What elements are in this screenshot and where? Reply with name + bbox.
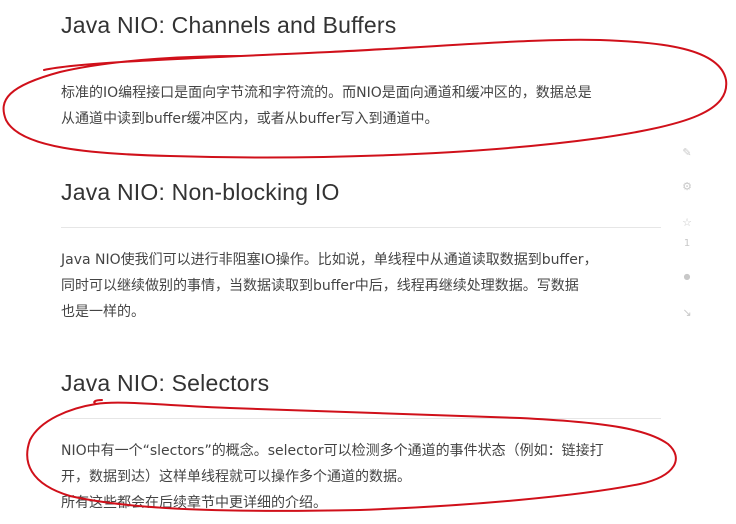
body-line: 从通道中读到buffer缓冲区内，或者从buffer写入到通道中。 <box>61 111 439 127</box>
section-body-non-blocking-io: Java NIO使我们可以进行非阻塞IO操作。比如说，单线程中从通道读取数据到b… <box>61 247 666 325</box>
body-line: 标准的IO编程接口是面向字节流和字符流的。而NIO是面向通道和缓冲区的，数据总是 <box>61 85 592 101</box>
like-count-label: 1 <box>683 238 691 249</box>
body-line: Java NIO使我们可以进行非阻塞IO操作。比如说，单线程中从通道读取数据到b… <box>61 252 598 268</box>
section-body-channels-buffers: 标准的IO编程接口是面向字节流和字符流的。而NIO是面向通道和缓冲区的，数据总是… <box>61 80 666 132</box>
body-line: 也是一样的。 <box>61 304 145 320</box>
section-title-channels-buffers: Java NIO: Channels and Buffers <box>61 12 397 38</box>
article-page: Java NIO: Channels and Buffers 标准的IO编程接口… <box>0 0 736 524</box>
pencil-icon[interactable]: ✎ <box>680 146 694 160</box>
like-icon[interactable]: ☆ <box>680 216 694 230</box>
body-line: 开，数据到达）这样单线程就可以操作多个通道的数据。 <box>61 469 411 485</box>
section-body-selectors: NIO中有一个“slectors”的概念。selector可以检测多个通道的事件… <box>61 438 666 516</box>
share-icon[interactable]: ↘ <box>680 306 694 320</box>
settings-icon[interactable]: ⚙ <box>680 180 694 194</box>
section-title-non-blocking-io: Java NIO: Non-blocking IO <box>61 179 340 205</box>
comment-icon[interactable]: ● <box>680 270 694 284</box>
section-title-selectors: Java NIO: Selectors <box>61 370 270 396</box>
section-divider <box>61 227 661 228</box>
section-divider <box>61 418 661 419</box>
body-line: 所有这些都会在后续章节中更详细的介绍。 <box>61 495 327 511</box>
body-line: 同时可以继续做别的事情，当数据读取到buffer中后，线程再继续处理数据。写数据 <box>61 278 579 294</box>
body-line: NIO中有一个“slectors”的概念。selector可以检测多个通道的事件… <box>61 443 604 459</box>
